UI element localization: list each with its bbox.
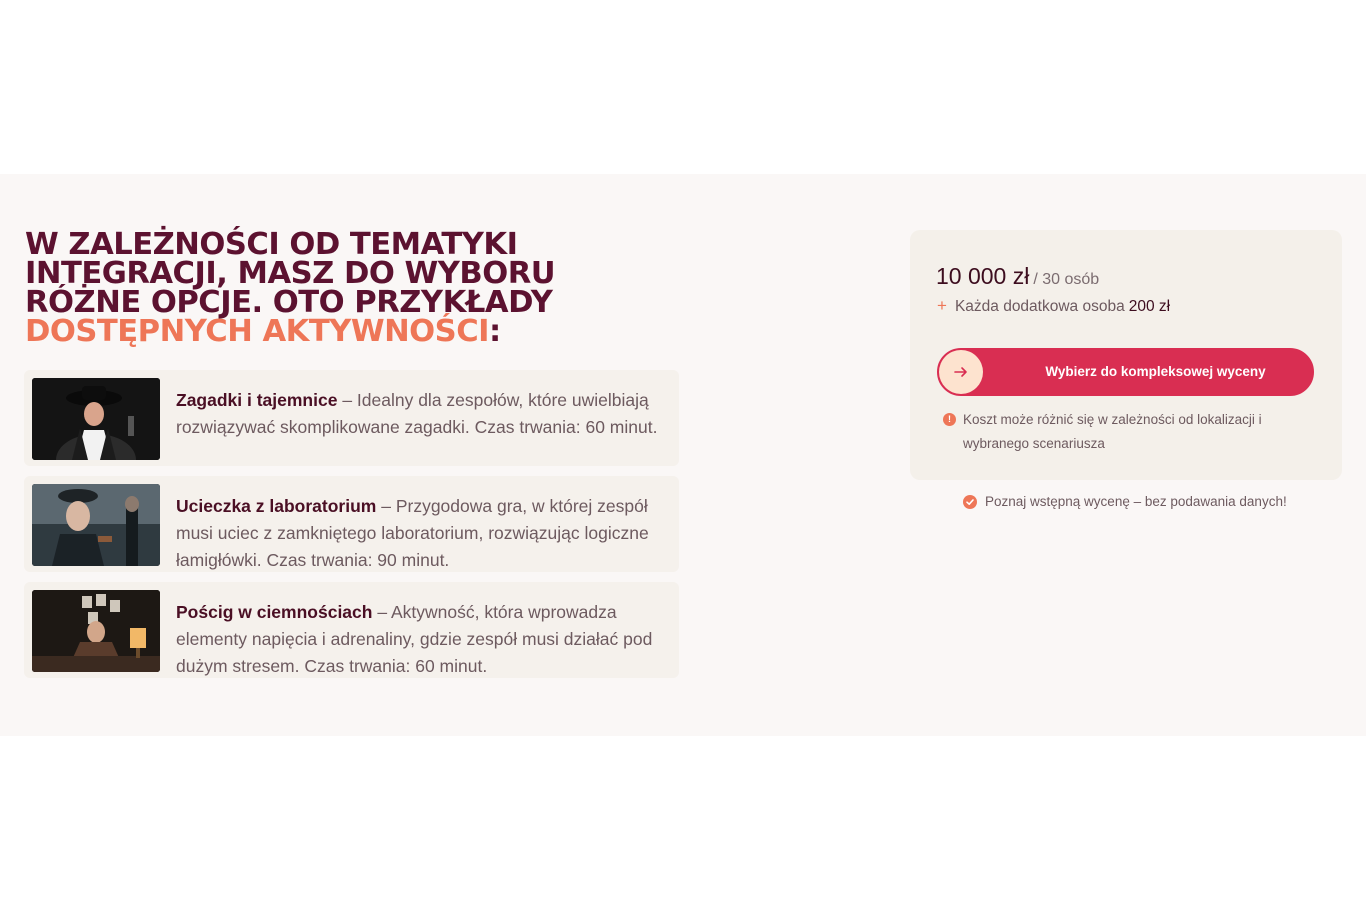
activity-card: Ucieczka z laboratorium – Przygodowa gra… <box>24 476 679 572</box>
activity-card: Zagadki i tajemnice – Idealny dla zespoł… <box>24 370 679 466</box>
price-value: 10 000 zł <box>936 263 1030 289</box>
activity-text: Ucieczka z laboratorium – Przygodowa gra… <box>176 493 666 574</box>
activity-list: Zagadki i tajemnice – Idealny dla zespoł… <box>24 370 679 688</box>
activity-image <box>32 590 160 672</box>
extra-person-price: 200 zł <box>1128 298 1171 315</box>
activity-image <box>32 378 160 460</box>
select-for-quote-button[interactable]: Wybierz do kompleksowej wyceny <box>937 348 1314 396</box>
guarantee-row: Poznaj wstępną wycenę – bez podawania da… <box>963 494 1287 509</box>
price-note-text: Koszt może różnić się w zależności od lo… <box>963 412 1262 451</box>
activity-title: Pościg w ciemnościach <box>176 602 373 622</box>
check-badge-icon <box>963 494 977 509</box>
pricing-card: 10 000 zł/ 30 osób + Każda dodatkowa osob… <box>910 230 1342 480</box>
activity-text: Zagadki i tajemnice – Idealny dla zespoł… <box>176 387 666 441</box>
cta-label: Wybierz do kompleksowej wyceny <box>1045 364 1266 379</box>
section-heading: W ZALEŻNOŚCI OD TEMATYKI INTEGRACJI, MAS… <box>25 230 719 349</box>
activity-title: Zagadki i tajemnice <box>176 390 338 410</box>
activity-title: Ucieczka z laboratorium <box>176 496 377 516</box>
activity-image <box>32 484 160 566</box>
price-note: ! Koszt może różnić się w zależności od … <box>943 408 1303 456</box>
activities-section: W ZALEŻNOŚCI OD TEMATYKI INTEGRACJI, MAS… <box>0 174 1366 736</box>
price-per-group: / 30 osób <box>1033 271 1100 288</box>
info-icon: ! <box>943 413 956 426</box>
arrow-right-icon <box>939 350 983 394</box>
extra-person-label: Każda dodatkowa osoba <box>954 298 1125 315</box>
price-row: 10 000 zł/ 30 osób <box>936 263 1099 290</box>
heading-suffix: : <box>489 314 501 349</box>
activity-card: Pościg w ciemnościach – Aktywność, która… <box>24 582 679 678</box>
activity-text: Pościg w ciemnościach – Aktywność, która… <box>176 599 666 680</box>
plus-icon: + <box>937 296 947 315</box>
heading-accent: DOSTĘPNYCH AKTYWNOŚCI <box>25 314 490 349</box>
guarantee-text: Poznaj wstępną wycenę – bez podawania da… <box>985 494 1287 509</box>
extra-person-row: + Każda dodatkowa osoba 200 zł <box>937 296 1170 316</box>
